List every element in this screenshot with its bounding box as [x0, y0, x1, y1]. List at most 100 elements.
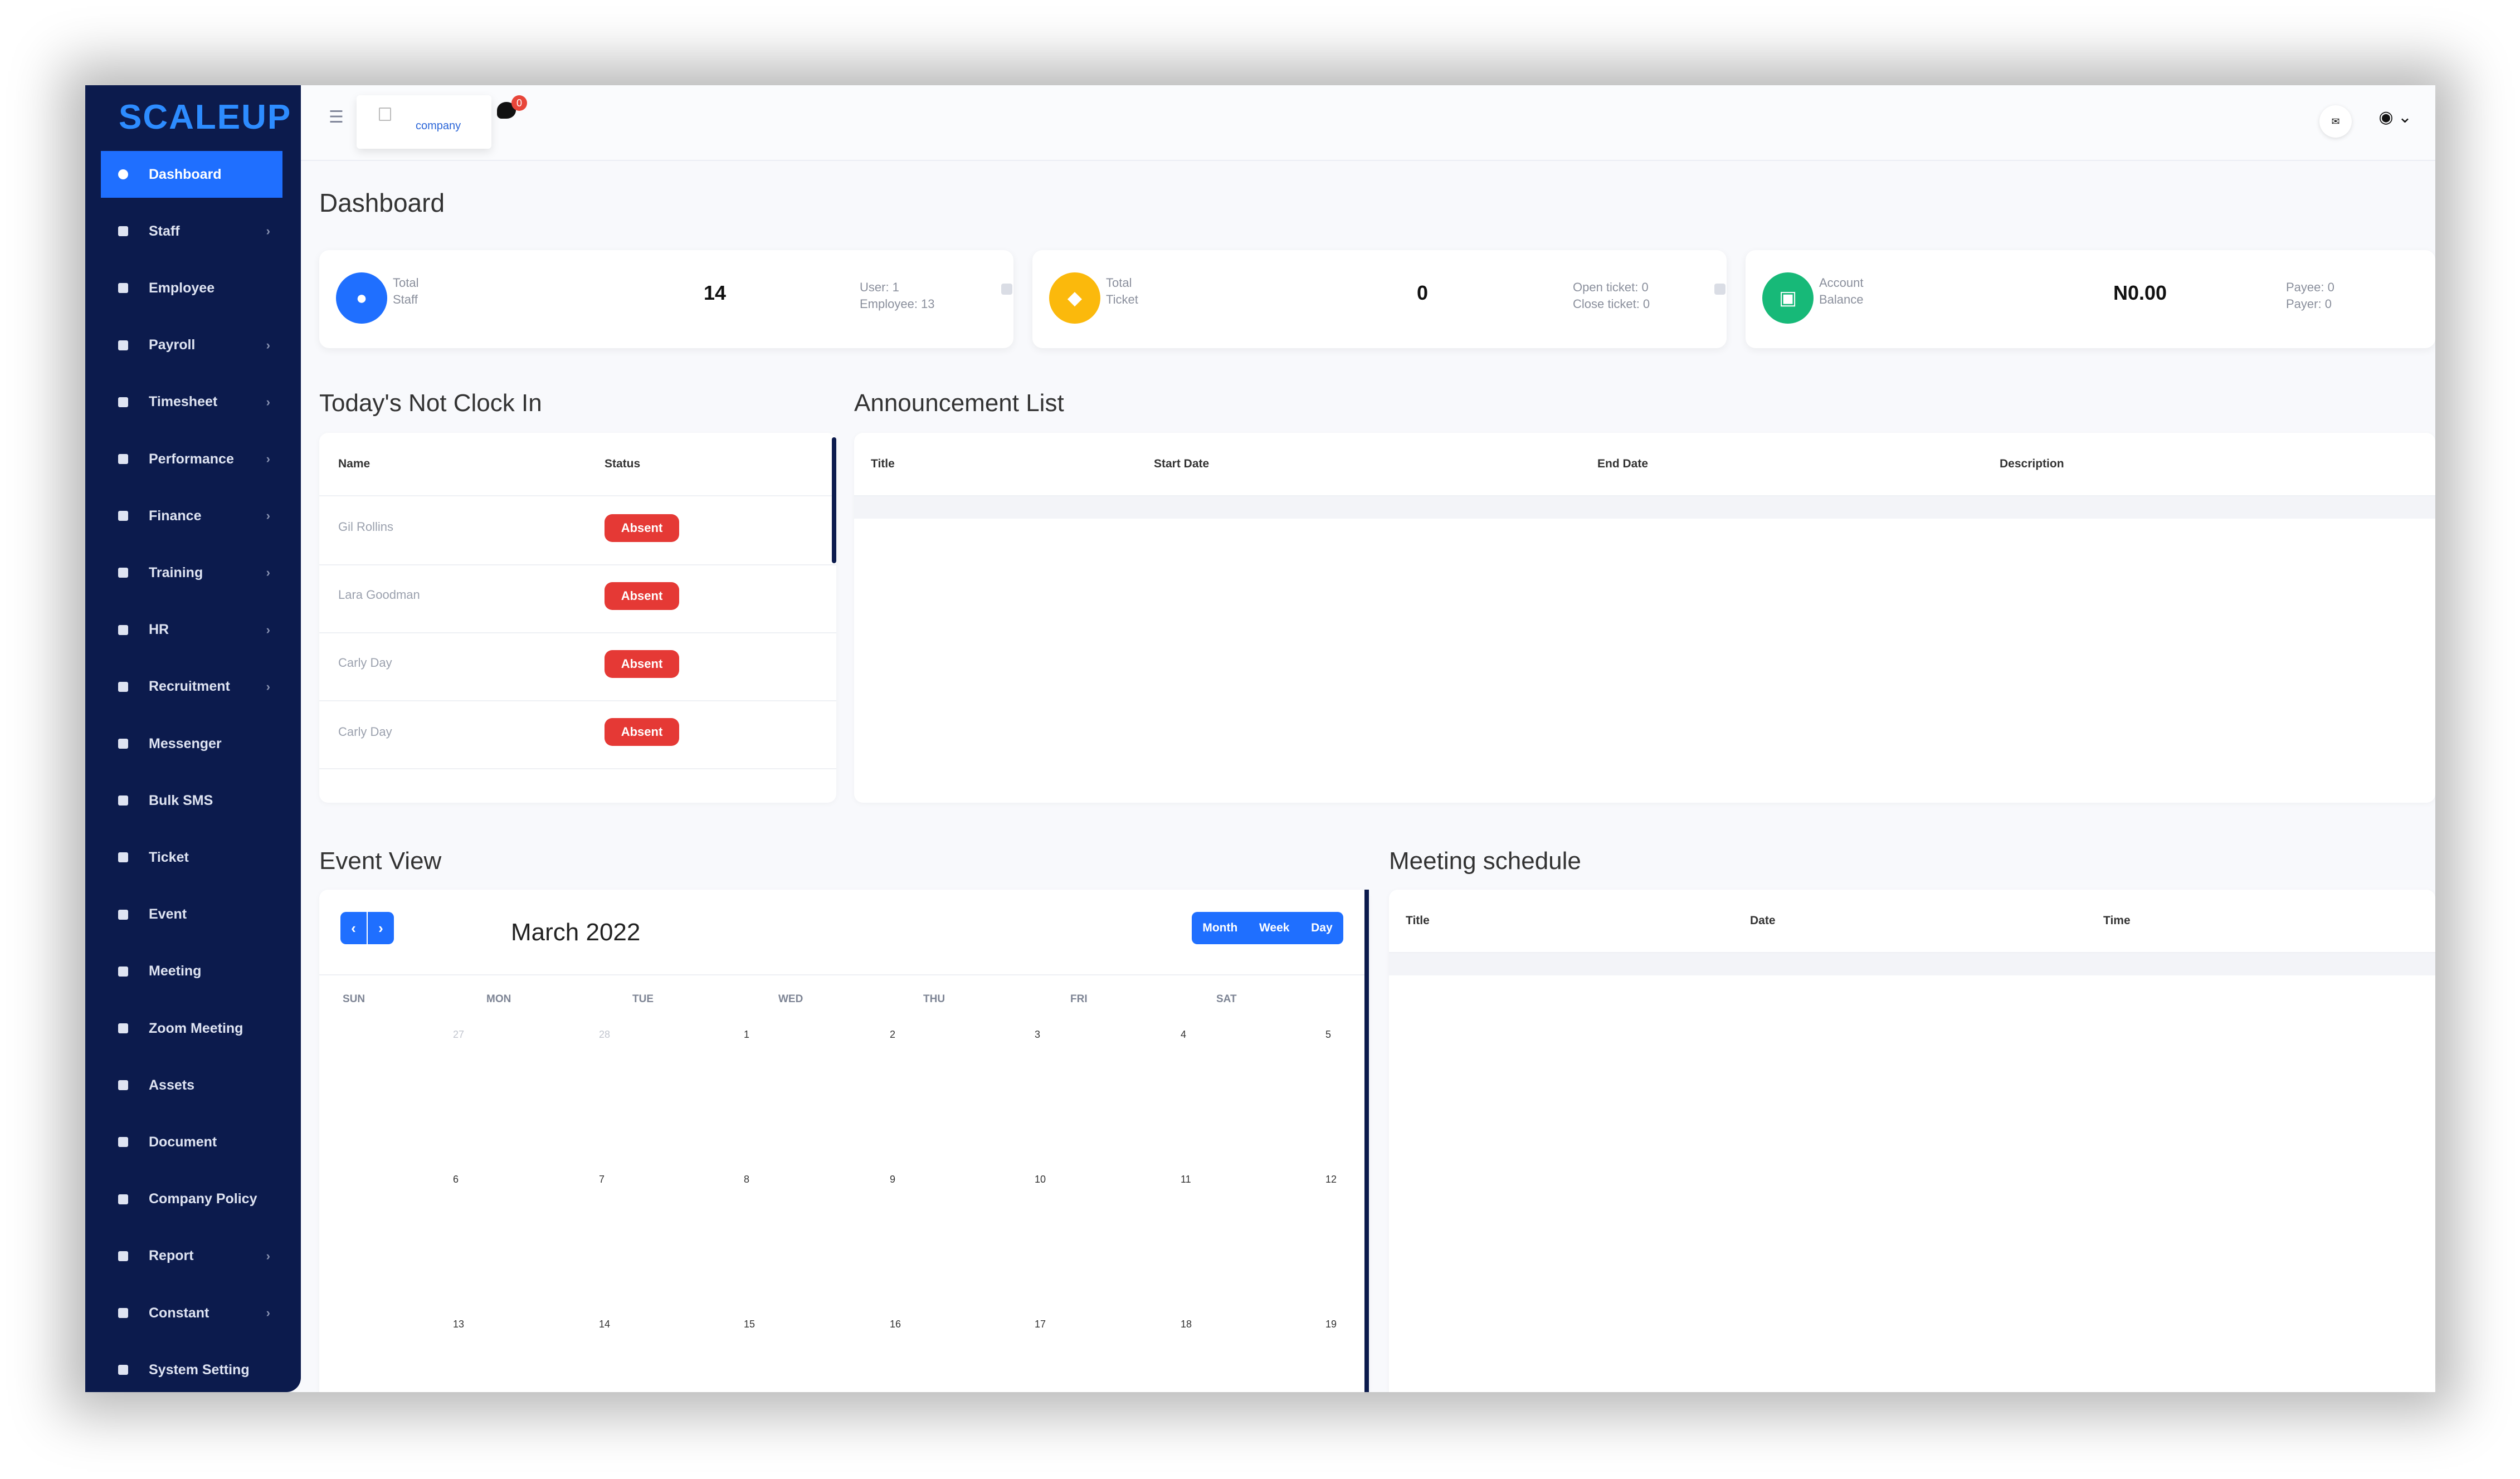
day-of-week-header: WED — [778, 993, 803, 1005]
day-of-week-header: SUN — [343, 993, 365, 1005]
staff-icon — [118, 226, 129, 237]
column-header: Title — [1406, 914, 1430, 927]
prev-month-button[interactable]: ‹ — [340, 912, 368, 944]
sidebar-item-label: Zoom Meeting — [149, 1020, 243, 1036]
day-of-week-header: FRI — [1070, 993, 1088, 1005]
chevron-right-icon: › — [266, 1306, 270, 1320]
stat-detail: Open ticket: 0 — [1573, 280, 1649, 294]
sidebar: SCALEUP Dashboard Staff › Employee Payroll › T… — [85, 85, 301, 1392]
calendar-day[interactable]: 9 — [890, 1174, 895, 1185]
calendar: ‹ › March 2022 Month Week Day SUN MON TUE W… — [319, 890, 1369, 1392]
sidebar-item-constant[interactable]: Constant › — [101, 1290, 282, 1336]
sidebar-item-recruitment[interactable]: Recruitment › — [101, 663, 282, 710]
employee-name: Carly Day — [338, 656, 392, 670]
sidebar-item-label: Staff — [149, 223, 180, 239]
sidebar-item-training[interactable]: Training › — [101, 549, 282, 596]
calendar-day[interactable]: 18 — [1181, 1319, 1192, 1330]
company-label: company — [416, 120, 461, 132]
sidebar-item-document[interactable]: Document — [101, 1119, 282, 1165]
employee-name: Carly Day — [338, 725, 392, 739]
top-header: ☰ company 0 ✉ ◉ ⌄ — [301, 85, 2435, 161]
sidebar-item-messenger[interactable]: Messenger — [101, 720, 282, 767]
calendar-day[interactable]: 10 — [1035, 1174, 1046, 1185]
sidebar-item-system-setting[interactable]: System Setting — [101, 1346, 282, 1392]
sidebar-item-performance[interactable]: Performance › — [101, 436, 282, 482]
calendar-day[interactable]: 8 — [744, 1174, 749, 1185]
sidebar-item-finance[interactable]: Finance › — [101, 492, 282, 539]
sidebar-item-hr[interactable]: HR › — [101, 607, 282, 653]
sidebar-item-staff[interactable]: Staff › — [101, 208, 282, 255]
chevron-right-icon: › — [266, 509, 270, 523]
sidebar-item-meeting[interactable]: Meeting — [101, 948, 282, 995]
user-menu-icon[interactable]: ◉ ⌄ — [2378, 108, 2412, 127]
calendar-day[interactable]: 7 — [599, 1174, 605, 1185]
calendar-day[interactable]: 27 — [453, 1029, 464, 1041]
calendar-scrollbar[interactable] — [1364, 890, 1369, 1392]
sidebar-item-company-policy[interactable]: Company Policy — [101, 1176, 282, 1223]
clock-icon — [118, 397, 129, 408]
stat-label: Total — [1106, 276, 1132, 290]
calendar-day[interactable]: 6 — [453, 1174, 459, 1185]
status-badge: Absent — [605, 650, 679, 678]
edit-icon — [118, 1307, 129, 1319]
stat-label: Ticket — [1106, 292, 1138, 306]
sidebar-item-timesheet[interactable]: Timesheet › — [101, 379, 282, 426]
calendar-day[interactable]: 11 — [1181, 1174, 1191, 1185]
announcement-table: Title Start Date End Date Description — [854, 433, 2435, 803]
calendar-day[interactable]: 16 — [890, 1319, 901, 1330]
day-view-button[interactable]: Day — [1311, 921, 1333, 935]
calendar-day[interactable]: 15 — [744, 1319, 755, 1330]
hamburger-icon[interactable]: ☰ — [329, 108, 344, 127]
next-month-button[interactable]: › — [368, 912, 394, 944]
calendar-day[interactable]: 12 — [1325, 1174, 1337, 1185]
calendar-month-title: March 2022 — [511, 919, 641, 946]
chevron-right-icon: › — [266, 394, 270, 409]
sidebar-item-event[interactable]: Event — [101, 891, 282, 938]
card-handle-icon — [1714, 284, 1726, 295]
calendar-day[interactable]: 28 — [599, 1029, 610, 1041]
sidebar-item-employee[interactable]: Employee — [101, 265, 282, 311]
sidebar-item-report[interactable]: Report › — [101, 1233, 282, 1280]
sidebar-item-label: Training — [149, 564, 203, 580]
sidebar-item-dashboard[interactable]: Dashboard — [101, 151, 282, 198]
table-scrollbar[interactable] — [832, 437, 836, 563]
tag-icon: ◆ — [1049, 272, 1100, 324]
chevron-right-icon: › — [266, 338, 270, 352]
chevron-right-icon: › — [266, 622, 270, 637]
payroll-icon — [118, 340, 129, 351]
finance-icon — [118, 510, 129, 521]
sidebar-item-assets[interactable]: Assets — [101, 1062, 282, 1109]
calendar-day[interactable]: 1 — [744, 1029, 749, 1041]
sidebar-item-label: Recruitment — [149, 679, 230, 695]
week-view-button[interactable]: Week — [1259, 921, 1289, 935]
sidebar-item-label: Event — [149, 906, 187, 922]
chevron-right-icon: › — [266, 452, 270, 466]
calendar-day[interactable]: 14 — [599, 1319, 610, 1330]
calendar-day[interactable]: 13 — [453, 1319, 464, 1330]
calendar-day[interactable]: 19 — [1325, 1319, 1337, 1330]
stat-value: N0.00 — [2113, 281, 2167, 304]
month-view-button[interactable]: Month — [1202, 921, 1237, 935]
status-badge: Absent — [605, 514, 679, 542]
section-title-not-clock-in: Today's Not Clock In — [319, 389, 542, 417]
calendar-day[interactable]: 4 — [1181, 1029, 1186, 1041]
calendar-day[interactable]: 2 — [890, 1029, 895, 1041]
sidebar-item-zoom-meeting[interactable]: Zoom Meeting — [101, 1005, 282, 1052]
calendar-day[interactable]: 5 — [1325, 1029, 1331, 1041]
stat-label: Staff — [393, 292, 418, 306]
page-title: Dashboard — [319, 188, 445, 217]
sidebar-item-label: Company Policy — [149, 1191, 257, 1207]
column-header: Description — [2000, 457, 2064, 470]
home-icon — [118, 169, 129, 180]
sidebar-item-bulk-sms[interactable]: Bulk SMS — [101, 777, 282, 824]
sidebar-item-ticket[interactable]: Ticket — [101, 834, 282, 881]
sidebar-item-label: HR — [149, 622, 169, 638]
calendar-day[interactable]: 3 — [1035, 1029, 1040, 1041]
section-title-announcements: Announcement List — [854, 389, 1064, 417]
chevron-right-icon: › — [266, 224, 270, 238]
calendar-day[interactable]: 17 — [1035, 1319, 1046, 1330]
sidebar-item-payroll[interactable]: Payroll › — [101, 322, 282, 369]
envelope-icon[interactable]: ✉ — [2319, 105, 2352, 138]
company-logo-box[interactable]: company — [357, 95, 491, 149]
app-logo[interactable]: SCALEUP — [119, 97, 291, 137]
